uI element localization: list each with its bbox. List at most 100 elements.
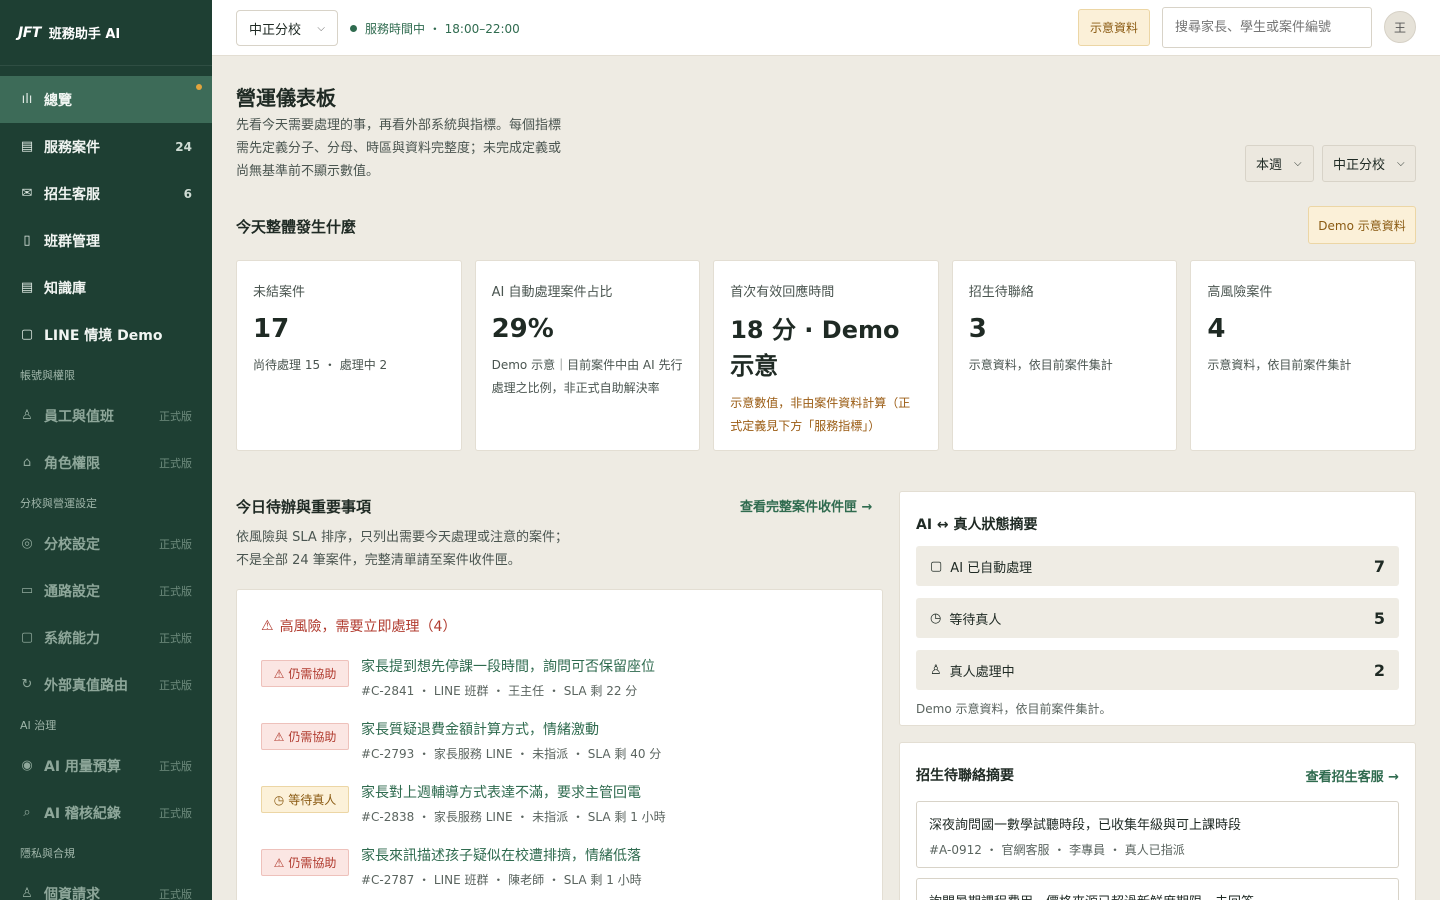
- warning-icon: ⚠: [273, 729, 285, 744]
- kpi-card-enrollment-pending: 招生待聯絡 3 示意資料，依目前案件集計: [951, 260, 1178, 451]
- case-title[interactable]: 家長提到想先停課一段時間，詢問可否保留座位: [361, 656, 655, 678]
- case-body: 家長對上週輔導方式表達不滿，要求主管回電 #C-2838 ・ 家長服務 LINE…: [361, 782, 666, 825]
- sidebar-item-staff[interactable]: ♙ 員工與值班 正式版: [0, 392, 212, 439]
- sidebar-item-line-demo[interactable]: ▢ LINE 情境 Demo: [0, 311, 212, 358]
- search-input[interactable]: [1162, 7, 1372, 48]
- pro-tag: 正式版: [159, 631, 192, 645]
- kpi-card-first-response: 首次有效回應時間 18 分 · Demo 示意 示意數值，非由案件資料計算（正式…: [713, 260, 939, 451]
- todo-description: 依風險與 SLA 排序，只列出需要今天處理或注意的案件；不是全部 24 筆案件，…: [236, 530, 568, 568]
- demo-data-button[interactable]: 示意資料: [1078, 9, 1150, 46]
- case-item[interactable]: ⚠ 仍需協助 家長來訊描述孩子疑似在校遭排擠，情緒低落 #C-2787 ・ LI…: [261, 845, 858, 888]
- enrollment-summary-title: 招生待聯絡摘要: [916, 768, 1014, 784]
- kpi-row: 未結案件 17 尚待處理 15 ・ 處理中 2 AI 自動處理案件占比 29% …: [236, 260, 1416, 451]
- period-select-value: 本週: [1256, 158, 1283, 173]
- kpi-value: 29%: [491, 314, 554, 344]
- case-title[interactable]: 家長對上週輔導方式表達不滿，要求主管回電: [361, 782, 666, 804]
- sidebar-section-title: 帳號與權限: [20, 369, 75, 382]
- ai-summary-title: AI ↔ 真人狀態摘要: [916, 517, 1038, 533]
- sidebar-item-channel-settings[interactable]: ▭ 通路設定 正式版: [0, 567, 212, 614]
- case-meta: #C-2841 ・ LINE 班群 ・ 王主任 ・ SLA 剩 22 分: [361, 684, 638, 698]
- pro-tag: 正式版: [159, 806, 192, 820]
- sidebar-item-enrollment[interactable]: ✉ 招生客服 6: [0, 170, 212, 217]
- warning-icon: ⚠: [273, 855, 285, 870]
- kpi-value: 4: [1207, 314, 1226, 344]
- case-item[interactable]: ◷ 等待真人 家長對上週輔導方式表達不滿，要求主管回電 #C-2838 ・ 家長…: [261, 782, 858, 825]
- page-title: 營運儀表板: [236, 86, 336, 110]
- case-title[interactable]: 家長質疑退費金額計算方式，情緒激動: [361, 719, 661, 741]
- enrollment-item-meta: #A-0912 ・ 官網客服 ・ 李專員 ・ 真人已指派: [929, 843, 1185, 857]
- status-badge-text: 仍需協助: [288, 667, 337, 681]
- sidebar-item-ai-budget[interactable]: ◉ AI 用量預算 正式版: [0, 742, 212, 789]
- sidebar-item-label: LINE 情境 Demo: [44, 327, 163, 344]
- sidebar-item-label: 外部真值路由: [44, 677, 128, 694]
- kpi-note: 示意數值，非由案件資料計算（正式定義見下方「服務指標」）: [730, 396, 911, 433]
- pro-tag: 正式版: [159, 678, 192, 692]
- box-icon: ▢: [20, 630, 34, 645]
- ai-summary-footnote: Demo 示意資料，依目前案件集計。: [916, 702, 1112, 716]
- ai-summary-row-human[interactable]: ♙ 真人處理中 2: [916, 650, 1399, 690]
- enrollment-item[interactable]: 深夜詢問國一數學試聽時段，已收集年級與可上課時段 #A-0912 ・ 官網客服 …: [916, 801, 1399, 868]
- sidebar-item-class-groups[interactable]: ▯ 班群管理: [0, 217, 212, 264]
- brand-name: 班務助手 AI: [48, 27, 121, 42]
- chart-icon: ılı: [21, 92, 33, 107]
- kpi-label: 未結案件: [253, 285, 306, 300]
- sidebar-item-system-capability[interactable]: ▢ 系統能力 正式版: [0, 614, 212, 661]
- sidebar-item-external-routing[interactable]: ↻ 外部真值路由 正式版: [0, 661, 212, 708]
- ai-summary-row-auto[interactable]: ▢ AI 已自動處理 7: [916, 546, 1399, 586]
- brand[interactable]: JFT 班務助手 AI: [0, 0, 212, 66]
- sidebar-item-service-cases[interactable]: ▤ 服務案件 24: [0, 123, 212, 170]
- topbar: 中正分校 ⌵ 服務時間中 ・ 18:00–22:00 示意資料 王: [212, 0, 1440, 56]
- branch-select[interactable]: 中正分校 ⌵: [236, 10, 338, 46]
- ai-summary-row-label: 真人處理中: [949, 664, 1015, 680]
- user-icon: ♙: [930, 662, 942, 678]
- sidebar-item-label: 分校設定: [44, 536, 100, 553]
- case-item[interactable]: ⚠ 仍需協助 家長提到想先停課一段時間，詢問可否保留座位 #C-2841 ・ L…: [261, 656, 858, 699]
- sidebar-item-label: 服務案件: [44, 139, 100, 156]
- branch-filter-select[interactable]: 中正分校 ⌵: [1322, 145, 1416, 182]
- service-status: 服務時間中 ・ 18:00–22:00: [350, 20, 520, 37]
- avatar[interactable]: 王: [1384, 11, 1416, 43]
- sidebar-item-branch-settings[interactable]: ◎ 分校設定 正式版: [0, 520, 212, 567]
- sidebar-section-title: AI 治理: [20, 719, 57, 732]
- kpi-label: AI 自動處理案件占比: [491, 285, 613, 300]
- kpi-note: 尚待處理 15 ・ 處理中 2: [253, 358, 388, 372]
- sidebar-item-knowledge-base[interactable]: ▤ 知識庫: [0, 264, 212, 311]
- robot-icon: ▢: [930, 558, 943, 574]
- sidebar-item-roles[interactable]: ⌂ 角色權限 正式版: [0, 439, 212, 486]
- kpi-card-high-risk: 高風險案件 4 示意資料，依目前案件集計: [1190, 260, 1416, 451]
- case-meta: #C-2793 ・ 家長服務 LINE ・ 未指派 ・ SLA 剩 40 分: [361, 747, 662, 761]
- case-body: 家長來訊描述孩子疑似在校遭排擠，情緒低落 #C-2787 ・ LINE 班群 ・…: [361, 845, 642, 888]
- sidebar-item-count: 24: [175, 139, 192, 154]
- kpi-label: 招生待聯絡: [968, 285, 1034, 300]
- case-item[interactable]: ⚠ 仍需協助 家長質疑退費金額計算方式，情緒激動 #C-2793 ・ 家長服務 …: [261, 719, 858, 762]
- brand-logo: JFT: [18, 24, 41, 41]
- pro-tag: 正式版: [159, 409, 192, 423]
- high-risk-heading: ⚠ 高風險，需要立即處理（4）: [261, 616, 858, 636]
- ai-summary-row-value: 7: [1373, 556, 1385, 576]
- sidebar-item-overview[interactable]: ılı 總覽: [0, 76, 212, 123]
- page-description: 先看今天需要處理的事，再看外部系統與指標。每個指標需先定義分子、分母、時區與資料…: [236, 118, 562, 179]
- sidebar-item-label: AI 用量預算: [44, 758, 121, 775]
- sidebar-item-label: 通路設定: [44, 583, 100, 600]
- status-dot-icon: [350, 25, 357, 32]
- sidebar-item-label: 角色權限: [44, 455, 100, 472]
- status-badge: ⚠ 仍需協助: [261, 660, 349, 687]
- kpi-card-ai-ratio: AI 自動處理案件占比 29% Demo 示意｜目前案件中由 AI 先行處理之比…: [474, 260, 701, 451]
- kpi-label: 首次有效回應時間: [730, 285, 835, 300]
- case-title[interactable]: 家長來訊描述孩子疑似在校遭排擠，情緒低落: [361, 845, 642, 867]
- mail-icon: ✉: [21, 186, 33, 201]
- today-section-title: 今天整體發生什麼: [236, 218, 357, 236]
- view-inbox-link[interactable]: 查看完整案件收件匣 →: [740, 496, 872, 515]
- view-enrollment-link[interactable]: 查看招生客服 →: [1306, 766, 1399, 785]
- sidebar-item-privacy-request[interactable]: ♙ 個資請求 正式版: [0, 870, 212, 900]
- chat-icon: ▢: [20, 327, 34, 342]
- clock-icon: ◷: [930, 610, 942, 626]
- ai-summary-row-waiting[interactable]: ◷ 等待真人 5: [916, 598, 1399, 638]
- sidebar-item-label: 總覽: [44, 92, 72, 109]
- lock-icon: ⌂: [22, 455, 32, 470]
- period-select[interactable]: 本週 ⌵: [1245, 145, 1314, 182]
- enrollment-item[interactable]: 詢問暑期課程費用，價格來源已超過新鮮度期限，未回答: [916, 878, 1399, 900]
- sidebar-item-ai-audit[interactable]: ⌕ AI 稽核紀錄 正式版: [0, 789, 212, 836]
- sidebar-item-label: 員工與值班: [44, 408, 114, 425]
- ai-summary-row-label: AI 已自動處理: [950, 560, 1033, 576]
